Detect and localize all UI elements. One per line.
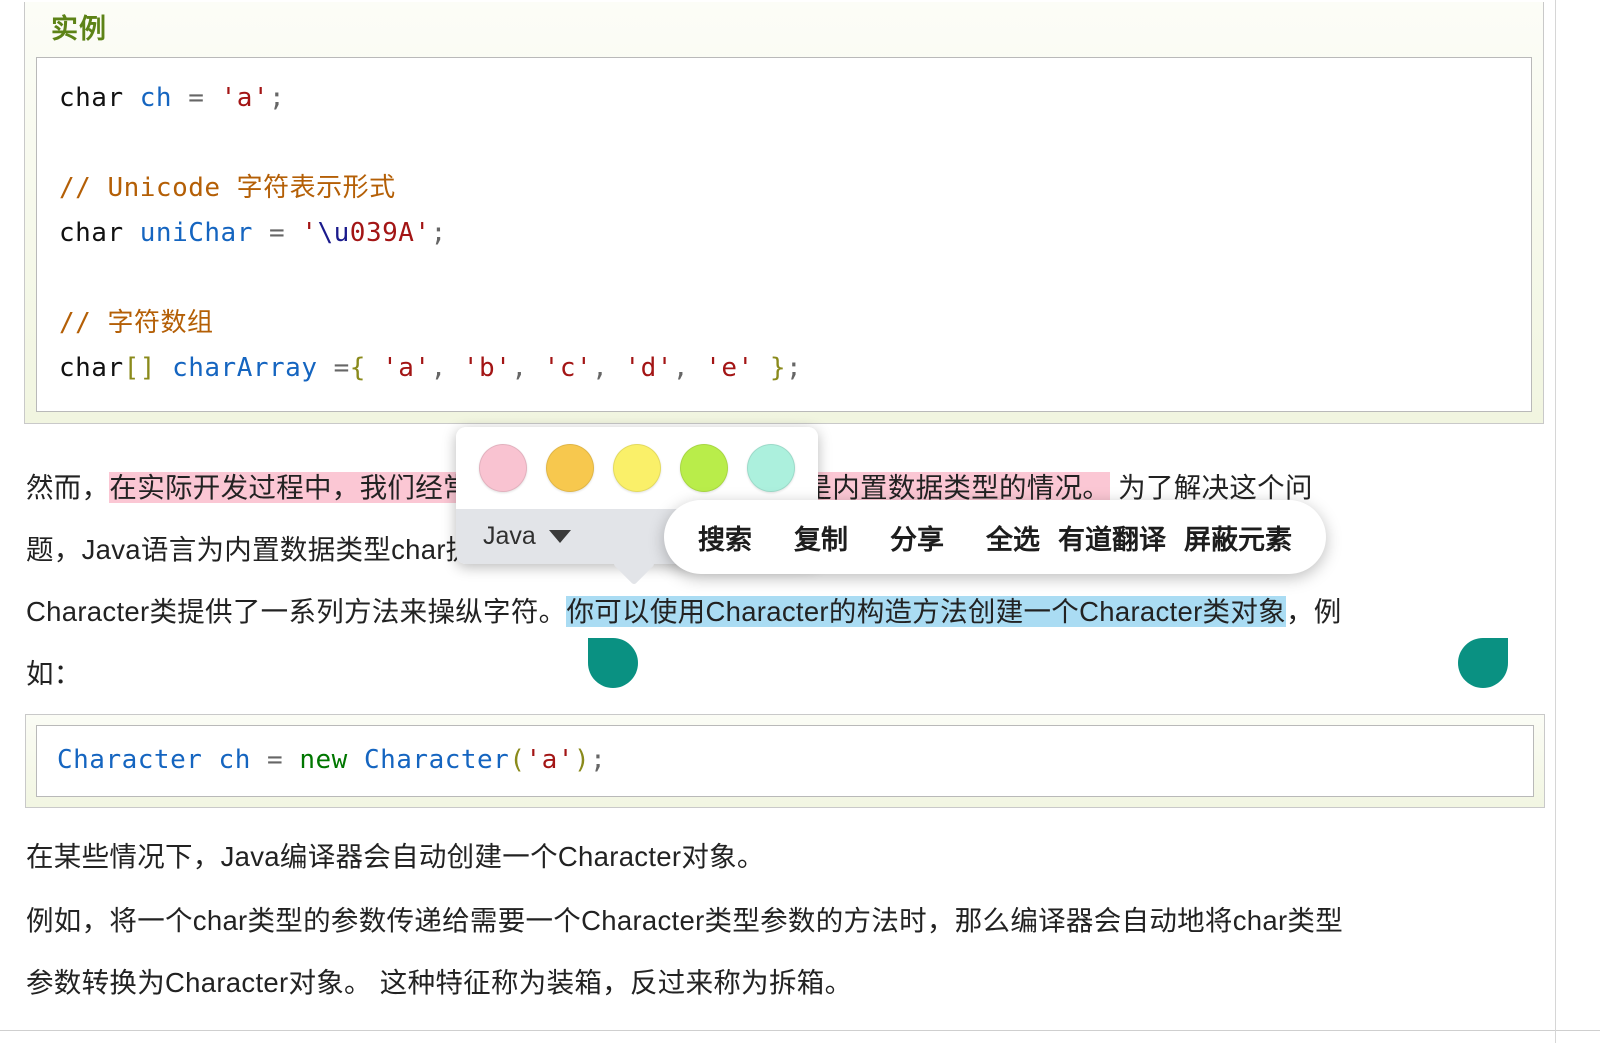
code-token: ; xyxy=(590,745,607,775)
code-token: , xyxy=(430,353,447,383)
right-edge-divider xyxy=(1555,0,1556,1043)
selection-handle-right[interactable] xyxy=(1458,638,1508,688)
code-token: ; xyxy=(269,83,286,113)
code-token: , xyxy=(672,353,690,383)
paragraph-line-6: 例如，将一个char类型的参数传递给需要一个Character类型参数的方法时，… xyxy=(26,905,1344,936)
code-token: 'a' xyxy=(365,353,431,383)
example-title: 实例 xyxy=(51,14,107,44)
language-selector[interactable]: Java xyxy=(483,522,571,551)
bottom-divider xyxy=(0,1030,1600,1031)
code-token: ch xyxy=(139,83,173,113)
code-token: ch xyxy=(218,745,251,775)
code-token: ; xyxy=(786,353,803,383)
para1-plain-a: 然而， xyxy=(26,472,110,503)
page-content: 实例 char ch = 'a'; // Unicode 字符表示形式 char… xyxy=(0,0,1600,1043)
swatch-yellow[interactable] xyxy=(612,444,661,492)
code-token: 'd' xyxy=(608,353,673,383)
para3-plain: Character类提供了一系列方法来操纵字符。 xyxy=(26,596,567,627)
code-token: new xyxy=(299,745,348,775)
swatch-lime[interactable] xyxy=(679,444,728,492)
code-token: ( xyxy=(509,745,526,775)
code-token: ; xyxy=(430,218,447,248)
para3-tail: ，例 xyxy=(1285,596,1342,627)
code-token: , xyxy=(511,353,528,383)
code-token: [] xyxy=(123,353,156,383)
code-token: = xyxy=(172,83,221,113)
code-block-1: char ch = 'a'; // Unicode 字符表示形式 char un… xyxy=(36,57,1532,412)
code-token: = xyxy=(252,218,302,248)
code-token: ' xyxy=(301,218,318,248)
selection-handle-left[interactable] xyxy=(588,638,638,688)
code-block-1-text: char ch = 'a'; // Unicode 字符表示形式 char un… xyxy=(59,76,1509,391)
code-token: char xyxy=(59,353,124,383)
ctx-search[interactable]: 搜索 xyxy=(698,518,752,557)
ctx-youdao-translate[interactable]: 有道翻译 xyxy=(1058,518,1166,557)
code-token: = xyxy=(317,353,350,383)
chevron-down-icon xyxy=(548,530,571,543)
text-context-menu[interactable]: 搜索 复制 分享 全选 有道翻译 屏蔽元素 xyxy=(664,500,1326,574)
code-token: 'c' xyxy=(527,353,593,383)
swatch-mint[interactable] xyxy=(746,444,795,492)
swatch-pink[interactable] xyxy=(479,444,528,492)
code-token: 'e' xyxy=(689,353,770,383)
code-token: \u xyxy=(317,218,350,248)
code-token: Character xyxy=(363,745,510,775)
code-token: char xyxy=(59,218,140,248)
ctx-copy[interactable]: 复制 xyxy=(794,518,848,557)
code-token: 039A' xyxy=(349,218,431,248)
code-token: uniChar xyxy=(139,218,253,248)
language-selector-label: Java xyxy=(483,522,536,550)
code-block-2-text: Character ch = new Character('a'); xyxy=(57,740,1513,780)
example-panel: 实例 char ch = 'a'; // Unicode 字符表示形式 char… xyxy=(24,2,1544,424)
code-token: // 字符数组 xyxy=(59,308,214,338)
ctx-share[interactable]: 分享 xyxy=(890,518,944,557)
ctx-select-all[interactable]: 全选 xyxy=(986,518,1040,557)
code-token: { xyxy=(349,353,366,383)
code-token: 'a' xyxy=(220,83,270,113)
code-token: } xyxy=(769,353,787,383)
para1-plain-b: 为了解决这个问 xyxy=(1110,472,1313,503)
paragraph-line-5: 在某些情况下，Java编译器会自动创建一个Character对象。 xyxy=(26,841,765,872)
paragraph-line-3: Character类提供了一系列方法来操纵字符。你可以使用Character的构… xyxy=(26,581,1342,643)
paragraph-line-4: 如： xyxy=(26,658,82,689)
code-token: char xyxy=(59,83,140,113)
code-token: 'a' xyxy=(525,745,574,775)
code-token: = xyxy=(250,745,300,775)
code-token: // Unicode 字符表示形式 xyxy=(59,173,396,203)
swatch-orange[interactable] xyxy=(546,444,595,492)
code-token: Character xyxy=(57,745,203,775)
code-token: 'b' xyxy=(446,353,512,383)
code-token: charArray xyxy=(172,353,318,383)
example-panel-2: Character ch = new Character('a'); xyxy=(25,714,1545,808)
code-token: ) xyxy=(573,745,591,775)
code-token: , xyxy=(592,353,609,383)
paragraph-line-7: 参数转换为Character对象。 这种特征称为装箱，反过来称为拆箱。 xyxy=(26,967,853,998)
ctx-block-element[interactable]: 屏蔽元素 xyxy=(1184,518,1292,557)
code-block-2: Character ch = new Character('a'); xyxy=(36,725,1534,797)
text-selection-highlight: 你可以使用Character的构造方法创建一个Character类对象 xyxy=(566,596,1286,627)
highlight-swatch-row xyxy=(456,427,818,509)
